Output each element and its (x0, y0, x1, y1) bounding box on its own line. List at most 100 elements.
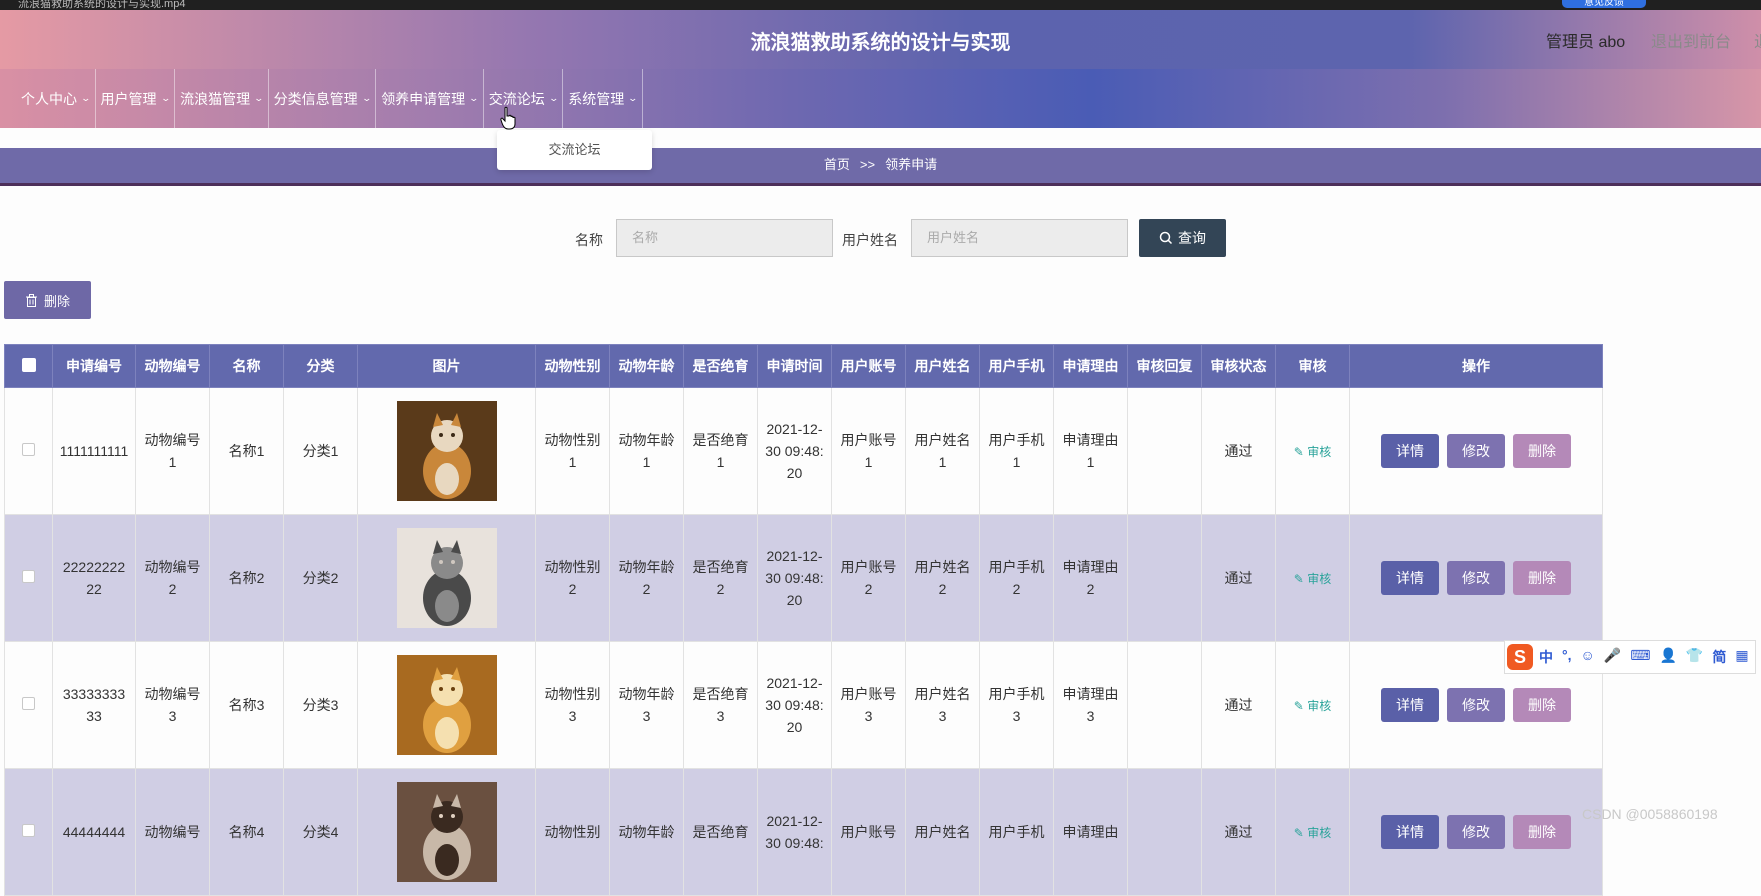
row-select-cell (4, 514, 53, 642)
select-all-checkbox[interactable] (21, 357, 36, 372)
edit-pen-icon: ✎ (1293, 825, 1308, 840)
ime-tool-1[interactable]: °, (1562, 647, 1572, 667)
column-header: 用户姓名 (905, 344, 980, 388)
trash-icon (25, 293, 37, 307)
nav-item-2[interactable]: 流浪猫管理 ⌄ (175, 69, 269, 128)
audit-label: 审核 (1307, 571, 1332, 586)
nav-item-4[interactable]: 领养申请管理 ⌄ (376, 69, 484, 128)
cell-age: 动物年龄1 (609, 387, 684, 515)
batch-delete-button[interactable]: 删除 (4, 281, 91, 319)
breadcrumb-home[interactable]: 首页 (824, 157, 850, 172)
column-header: 名称 (209, 344, 284, 388)
cell-phone: 用户手机1 (979, 387, 1054, 515)
edit-button[interactable]: 修改 (1447, 434, 1505, 468)
edit-button[interactable]: 修改 (1447, 561, 1505, 595)
ime-tool-4[interactable]: ⌨ (1630, 647, 1650, 667)
cell-phone: 用户手机2 (979, 514, 1054, 642)
ime-tool-5[interactable]: 👤 (1659, 647, 1676, 667)
column-header: 申请编号 (52, 344, 136, 388)
cell-neuter: 是否绝育2 (683, 514, 758, 642)
nav-item-label: 用户管理 (100, 90, 157, 107)
edit-button[interactable]: 修改 (1447, 815, 1505, 849)
ime-tool-6[interactable]: 👕 (1686, 647, 1703, 667)
detail-button[interactable]: 详情 (1381, 688, 1439, 722)
ime-tool-8[interactable]: ▦ (1735, 647, 1748, 667)
row-checkbox[interactable] (22, 824, 35, 837)
edit-pen-icon: ✎ (1293, 444, 1308, 459)
ime-tool-3[interactable]: 🎤 (1604, 647, 1621, 667)
column-header: 申请理由 (1053, 344, 1128, 388)
cell-age: 动物年龄3 (609, 641, 684, 769)
column-header: 用户手机 (979, 344, 1054, 388)
audit-link[interactable]: ✎ 审核 (1294, 826, 1331, 840)
chevron-down-icon: ⌄ (627, 93, 639, 103)
exit-to-frontend-link[interactable]: 退出到前台 (1651, 28, 1731, 52)
delete-button[interactable]: 删除 (1513, 688, 1571, 722)
app-title: 流浪猫救助系统的设计与实现 (750, 32, 1011, 54)
cell-gender: 动物性别1 (535, 387, 610, 515)
cell-id: 2222222222 (52, 514, 136, 642)
nav-item-1[interactable]: 用户管理 ⌄ (96, 69, 176, 128)
audit-link[interactable]: ✎ 审核 (1294, 699, 1331, 713)
breadcrumb: 首页 >> 领养申请 (0, 148, 1761, 186)
delete-button[interactable]: 删除 (1513, 815, 1571, 849)
column-header: 动物年龄 (609, 344, 684, 388)
column-header: 申请时间 (757, 344, 832, 388)
adoption-table: 申请编号 动物编号 名称 分类 图片 动物性别 动物年龄 是否绝育 申请时间 用户账号 用户姓名 用户… (4, 344, 1603, 896)
row-checkbox[interactable] (22, 570, 35, 583)
hand-cursor-icon (500, 106, 516, 130)
query-button[interactable]: 查询 (1139, 219, 1226, 257)
cell-time: 2021-12-30 09:48:20 (757, 641, 832, 769)
main-nav: 个人中心 ⌄ 用户管理 ⌄ 流浪猫管理 ⌄ 分类信息管理 ⌄ 领养申请管理 ⌄ 交流论坛 ⌄ 系统管理 ⌄ (0, 69, 1761, 128)
cell-cat: 分类4 (283, 768, 358, 896)
image-cell (357, 641, 536, 769)
nav-item-label: 领养申请管理 (381, 90, 466, 107)
window-title-bar: 流浪猫救助系统的设计与实现.mp4 意见反馈 (0, 0, 1761, 10)
cat-photo (396, 782, 497, 882)
nav-item-5[interactable]: 交流论坛 ⌄ (484, 69, 564, 128)
feedback-button[interactable]: 意见反馈 (1562, 0, 1646, 8)
ime-tool-0[interactable]: 中 (1539, 647, 1553, 667)
column-header: 审核状态 (1201, 344, 1276, 388)
chevron-down-icon: ⌄ (160, 93, 171, 103)
detail-button[interactable]: 详情 (1381, 815, 1439, 849)
operations-cell: 详情 修改 删除 (1349, 387, 1603, 515)
audit-link[interactable]: ✎ 审核 (1294, 445, 1331, 459)
nav-item-0[interactable]: 个人中心 ⌄ (16, 69, 96, 128)
username-search-input[interactable]: 用户姓名 (911, 219, 1128, 257)
cell-reply (1127, 387, 1202, 515)
logout-link[interactable]: 退 (1754, 28, 1761, 52)
ime-tool-7[interactable]: 简 (1712, 647, 1726, 667)
delete-button[interactable]: 删除 (1513, 561, 1571, 595)
chevron-down-icon: ⌄ (253, 93, 265, 103)
cell-reason: 申请理由 (1053, 768, 1128, 896)
detail-button[interactable]: 详情 (1381, 561, 1439, 595)
cell-time: 2021-12-30 09:48:20 (757, 387, 832, 515)
audit-cell: ✎ 审核 (1275, 387, 1350, 515)
table-row: 44444444 动物编号 名称4 分类4 动物性别 动物年龄 是否绝育 2021-12-30… (4, 768, 1603, 896)
name-search-input[interactable]: 名称 (616, 219, 833, 257)
cell-name: 名称1 (209, 387, 284, 515)
nav-item-label: 分类信息管理 (273, 90, 358, 107)
cell-age: 动物年龄2 (609, 514, 684, 642)
dropdown-item-forum[interactable]: 交流论坛 (497, 130, 652, 170)
nav-item-6[interactable]: 系统管理 ⌄ (563, 69, 643, 128)
edit-button[interactable]: 修改 (1447, 688, 1505, 722)
ime-tool-2[interactable]: ☺ (1581, 647, 1595, 667)
admin-user-label: 管理员 abo (1546, 34, 1626, 51)
sogou-logo-icon: S (1507, 644, 1533, 670)
detail-button[interactable]: 详情 (1381, 434, 1439, 468)
cell-account: 用户账号3 (831, 641, 906, 769)
audit-link[interactable]: ✎ 审核 (1294, 572, 1331, 586)
row-checkbox[interactable] (22, 697, 35, 710)
image-cell (357, 514, 536, 642)
cell-name: 名称2 (209, 514, 284, 642)
cell-neuter: 是否绝育 (683, 768, 758, 896)
row-select-cell (4, 641, 53, 769)
cell-animal: 动物编号1 (135, 387, 210, 515)
audit-label: 审核 (1307, 444, 1332, 459)
cell-uname: 用户姓名2 (905, 514, 980, 642)
nav-item-3[interactable]: 分类信息管理 ⌄ (269, 69, 377, 128)
row-checkbox[interactable] (22, 443, 35, 456)
delete-button[interactable]: 删除 (1513, 434, 1571, 468)
